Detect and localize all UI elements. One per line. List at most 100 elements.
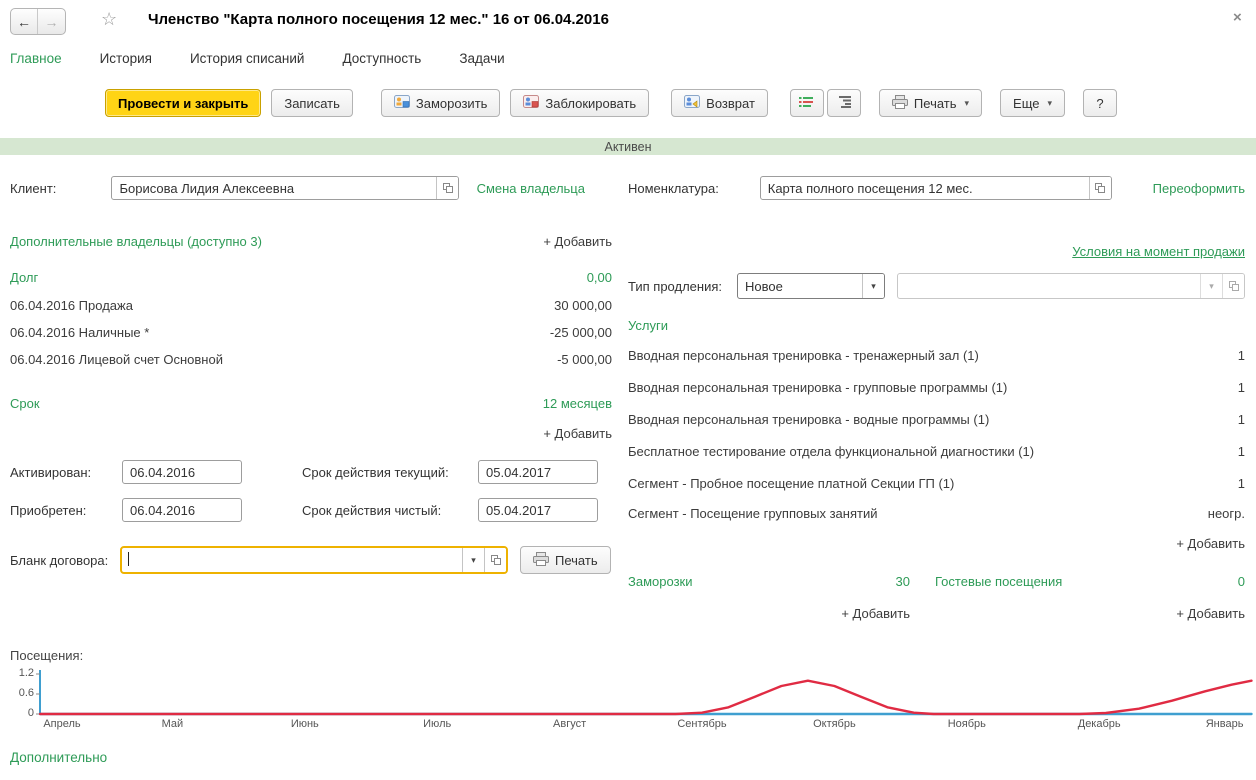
service-label: Вводная персональная тренировка - тренаж… xyxy=(628,348,979,363)
contract-print-button[interactable]: Печать xyxy=(520,546,611,574)
nomenclature-choose-button[interactable] xyxy=(1089,177,1111,199)
tab-dostupnost[interactable]: Доступность xyxy=(342,51,421,66)
renewal-input[interactable] xyxy=(738,274,862,298)
x-tick-label: Август xyxy=(553,718,586,730)
service-row: Вводная персональная тренировка - тренаж… xyxy=(628,348,1245,363)
x-tick-label: Апрель xyxy=(43,718,80,730)
add-term-link[interactable]: + Добавить xyxy=(543,426,612,441)
renewal-secondary-dropdown-button[interactable]: ▾ xyxy=(1200,274,1222,298)
client-input[interactable] xyxy=(112,177,436,199)
refund-card-icon xyxy=(684,95,700,111)
contract-choose-button[interactable] xyxy=(484,548,506,572)
structure-button[interactable] xyxy=(827,89,861,117)
block-label: Заблокировать xyxy=(545,96,636,111)
contract-dropdown-button[interactable]: ▾ xyxy=(462,548,484,572)
debt-row-value: -5 000,00 xyxy=(557,352,612,367)
debt-row: 06.04.2016 Продажа 30 000,00 xyxy=(10,298,612,313)
additional-owners-header: Дополнительные владельцы (доступно 3) xyxy=(10,234,262,249)
guest-visits-header[interactable]: Гостевые посещения xyxy=(935,574,1062,589)
renewal-label: Тип продления: xyxy=(628,279,722,294)
freeze-button[interactable]: Заморозить xyxy=(381,89,501,117)
forward-button[interactable]: → xyxy=(38,9,65,34)
service-row: Вводная персональная тренировка - водные… xyxy=(628,412,1245,427)
renewal-combo: ▾ xyxy=(737,273,885,299)
valid-current-input[interactable] xyxy=(478,460,598,484)
tab-istoriya[interactable]: История xyxy=(100,51,152,66)
choose-icon xyxy=(442,182,454,194)
activated-input[interactable] xyxy=(122,460,242,484)
services-add-row: + Добавить xyxy=(628,536,1245,551)
block-button[interactable]: Заблокировать xyxy=(510,89,649,117)
debt-header[interactable]: Долг xyxy=(10,270,38,285)
refund-label: Возврат xyxy=(706,96,755,111)
post-and-close-button[interactable]: Провести и закрыть xyxy=(105,89,261,117)
refund-button[interactable]: Возврат xyxy=(671,89,768,117)
debt-total: 0,00 xyxy=(587,270,612,285)
back-button[interactable]: ← xyxy=(11,9,38,34)
more-button[interactable]: Еще ▾ xyxy=(1000,89,1065,117)
reissue-link[interactable]: Переоформить xyxy=(1153,181,1245,196)
tab-istoriya-spisaniy[interactable]: История списаний xyxy=(190,51,305,66)
help-button[interactable]: ? xyxy=(1083,89,1117,117)
service-value: 1 xyxy=(1238,476,1245,491)
service-row: Сегмент - Посещение групповых занятий не… xyxy=(628,506,1245,521)
more-dropdown-arrow-icon: ▾ xyxy=(1048,98,1053,109)
renewal-secondary-choose-button[interactable] xyxy=(1222,274,1244,298)
valid-net-input[interactable] xyxy=(478,498,598,522)
contract-input[interactable] xyxy=(129,548,462,572)
block-card-icon xyxy=(523,95,539,111)
favorite-star-icon[interactable]: ☆ xyxy=(101,9,117,30)
add-owner-link[interactable]: + Добавить xyxy=(543,234,612,249)
service-row: Сегмент - Пробное посещение платной Секц… xyxy=(628,476,1245,491)
freezes-header[interactable]: Заморозки xyxy=(628,574,692,589)
freezes-add-row: + Добавить xyxy=(628,606,910,621)
debt-row-label: 06.04.2016 Наличные * xyxy=(10,325,149,340)
tab-zadachi[interactable]: Задачи xyxy=(459,51,504,66)
freeze-label: Заморозить xyxy=(416,96,488,111)
tab-glavnoe[interactable]: Главное xyxy=(10,51,62,66)
renewal-dropdown-button[interactable]: ▾ xyxy=(862,274,884,298)
nomenclature-row: Номенклатура: Переоформить xyxy=(628,176,1245,200)
client-choose-button[interactable] xyxy=(436,177,458,199)
debt-row: 06.04.2016 Лицевой счет Основной -5 000,… xyxy=(10,352,612,367)
freeze-card-icon xyxy=(394,95,410,111)
freezes-row: Заморозки 30 xyxy=(628,574,910,589)
service-label: Бесплатное тестирование отдела функциона… xyxy=(628,444,1034,459)
debt-row: 06.04.2016 Наличные * -25 000,00 xyxy=(10,325,612,340)
sale-terms-row: Условия на момент продажи xyxy=(628,244,1245,259)
series-visits xyxy=(40,681,1252,714)
purchased-input[interactable] xyxy=(122,498,242,522)
service-value: 1 xyxy=(1238,412,1245,427)
change-owner-link[interactable]: Смена владельца xyxy=(477,181,585,196)
x-tick-label: Январь xyxy=(1206,718,1244,730)
contract-print-label: Печать xyxy=(555,553,598,568)
guest-visits-add-row: + Добавить xyxy=(935,606,1245,621)
sale-terms-link[interactable]: Условия на момент продажи xyxy=(1072,244,1245,259)
chevron-down-icon: ▾ xyxy=(471,555,476,566)
status-badge: Активен xyxy=(604,140,651,154)
debt-row-value: 30 000,00 xyxy=(554,298,612,313)
printer-icon xyxy=(533,552,549,569)
additional-section-link[interactable]: Дополнительно xyxy=(10,750,107,765)
client-row: Клиент: Смена владельца xyxy=(10,176,585,200)
add-freeze-link[interactable]: + Добавить xyxy=(841,606,910,621)
services-header[interactable]: Услуги xyxy=(628,318,668,333)
add-service-link[interactable]: + Добавить xyxy=(1176,536,1245,551)
related-documents-button[interactable] xyxy=(790,89,824,117)
choose-icon xyxy=(1228,280,1240,292)
valid-net-label: Срок действия чистый: xyxy=(302,503,441,518)
chevron-down-icon: ▾ xyxy=(1209,281,1214,292)
client-label: Клиент: xyxy=(10,181,56,196)
term-header[interactable]: Срок xyxy=(10,396,40,411)
choose-icon xyxy=(1094,182,1106,194)
renewal-secondary-input[interactable] xyxy=(898,274,1200,298)
hierarchy-lines-icon xyxy=(837,96,851,111)
close-icon[interactable]: × xyxy=(1233,9,1242,26)
add-guest-visit-link[interactable]: + Добавить xyxy=(1176,606,1245,621)
purchased-label: Приобретен: xyxy=(10,503,86,518)
save-button[interactable]: Записать xyxy=(271,89,353,117)
x-tick-label: Май xyxy=(162,718,184,730)
printer-icon xyxy=(892,95,908,112)
print-menu-button[interactable]: Печать ▾ xyxy=(879,89,982,117)
nomenclature-input[interactable] xyxy=(761,177,1089,199)
